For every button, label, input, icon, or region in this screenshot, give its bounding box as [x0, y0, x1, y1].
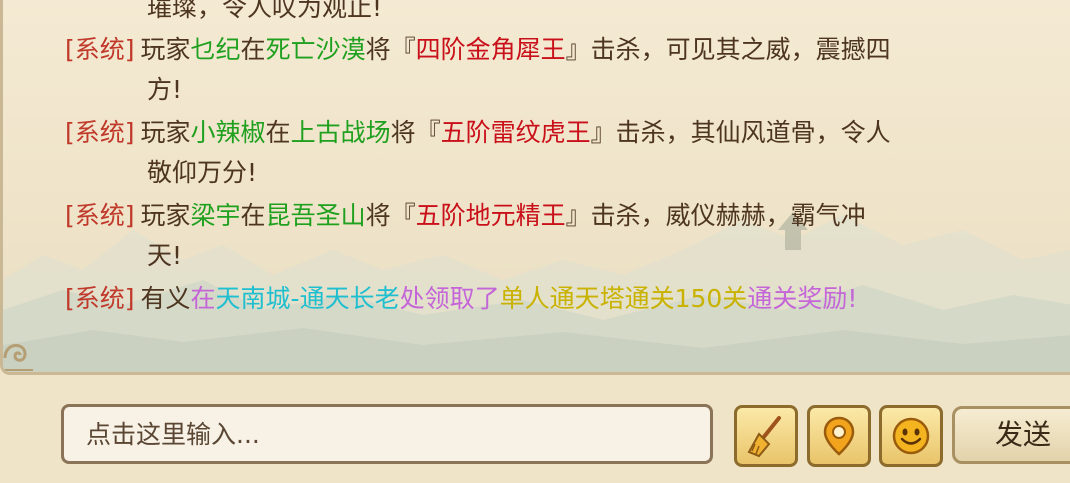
smiley-icon [892, 417, 930, 455]
message-text: 璀璨，令人叹为观止! [147, 0, 383, 22]
message-text: 在 [190, 284, 216, 313]
chat-panel[interactable]: 璀璨，令人叹为观止! [系统] 玩家乜纪在死亡沙漠将『四阶金角犀王』击杀，可见其之… [0, 0, 1070, 375]
message-text: 将『 [365, 35, 416, 64]
system-tag: [系统] [65, 284, 135, 313]
message-text: 天! [147, 241, 183, 270]
system-tag: [系统] [65, 118, 135, 147]
message-text: 通关奖励! [747, 284, 858, 313]
send-button[interactable]: 发送 [952, 406, 1070, 464]
system-message: [系统] 玩家梁宇在昆吾圣山将『五阶地元精王』击杀，威仪赫赫，霸气冲 [65, 196, 1045, 236]
location-button[interactable] [807, 405, 871, 467]
location-name[interactable]: 上古战场 [291, 118, 391, 147]
message-text: 玩家 [140, 35, 191, 64]
message-text: 敬仰万分! [147, 158, 258, 187]
message-text: 玩家 [140, 201, 191, 230]
message-text: 将『 [390, 118, 441, 147]
broom-icon [747, 416, 781, 458]
emoji-button[interactable] [879, 405, 943, 467]
message-line: 天! [147, 236, 1070, 276]
location-name[interactable]: 死亡沙漠 [266, 35, 366, 64]
system-message: [系统] 玩家小辣椒在上古战场将『五阶雷纹虎王』击杀，其仙风道骨，令人 [65, 113, 1045, 153]
message-text: 在 [240, 201, 266, 230]
message-list: 璀璨，令人叹为观止! [系统] 玩家乜纪在死亡沙漠将『四阶金角犀王』击杀，可见其之… [3, 0, 1070, 372]
chat-input[interactable] [64, 407, 710, 461]
reward-name: 单人通天塔通关150关 [499, 284, 748, 313]
boss-name: 五阶地元精王 [415, 201, 566, 230]
system-tag: [系统] [65, 35, 135, 64]
message-text: 』击杀，可见其之威，震撼四 [565, 35, 891, 64]
location-name[interactable]: 昆吾圣山 [266, 201, 366, 230]
system-tag: [系统] [65, 201, 135, 230]
message-text: 』击杀，威仪赫赫，霸气冲 [565, 201, 866, 230]
message-text: 有义 [140, 284, 191, 313]
message-text: 处领取了 [399, 284, 500, 313]
clear-button[interactable] [734, 405, 798, 467]
boss-name: 四阶金角犀王 [415, 35, 566, 64]
message-text: 』击杀，其仙风道骨，令人 [590, 118, 891, 147]
player-name-link[interactable]: 乜纪 [191, 35, 241, 64]
message-text: 在 [240, 35, 266, 64]
player-name-link[interactable]: 梁宇 [191, 201, 241, 230]
message-text: 在 [265, 118, 291, 147]
message-text: 方! [147, 75, 183, 104]
boss-name: 五阶雷纹虎王 [440, 118, 591, 147]
message-text: 将『 [365, 201, 416, 230]
system-message: [系统] 玩家乜纪在死亡沙漠将『四阶金角犀王』击杀，可见其之威，震撼四 [65, 30, 1045, 70]
message-line: 璀璨，令人叹为观止! [147, 0, 1070, 28]
npc-location-link[interactable]: 天南城-通天长老 [216, 284, 400, 313]
message-text: 玩家 [140, 118, 191, 147]
player-name-link[interactable]: 小辣椒 [191, 118, 266, 147]
system-message: [系统] 有义在天南城-通天长老处领取了单人通天塔通关150关通关奖励! [65, 279, 1045, 319]
message-line: 敬仰万分! [147, 153, 1070, 193]
message-line: 方! [147, 70, 1070, 110]
chat-input-box[interactable] [61, 404, 713, 464]
location-pin-icon [823, 416, 855, 456]
